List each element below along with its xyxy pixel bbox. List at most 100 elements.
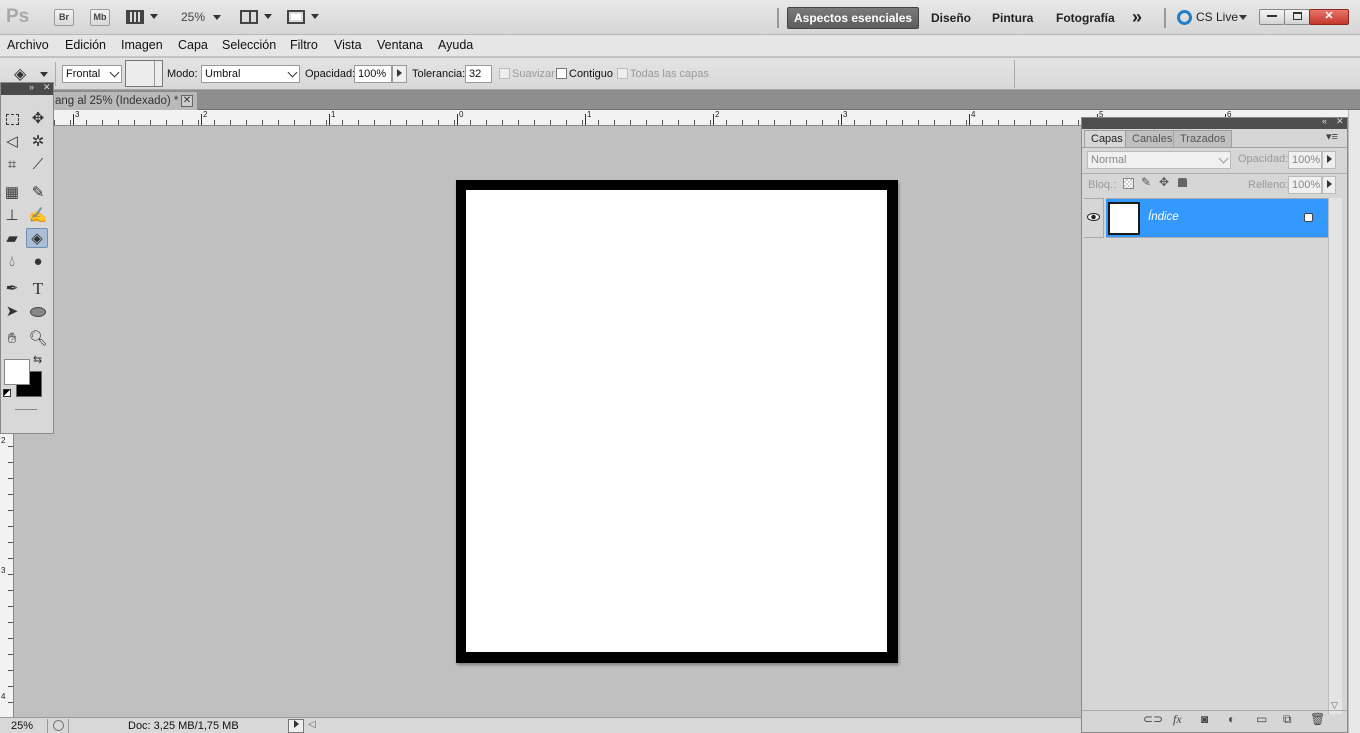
brush-tool[interactable]: ✎ [27, 183, 49, 203]
collapse-icon[interactable]: « [1322, 116, 1327, 126]
lock-all-icon[interactable] [1178, 178, 1187, 187]
close-button[interactable]: ✕ [1309, 9, 1349, 25]
clone-stamp-tool[interactable]: ⊥ [1, 206, 23, 226]
layers-panel-header[interactable]: « ✕ [1082, 116, 1347, 129]
history-brush-tool[interactable]: ✍ [27, 206, 49, 226]
view-extras-button[interactable] [126, 9, 160, 26]
panel-menu-icon[interactable]: ▾≡ [1326, 130, 1338, 143]
layer-opacity-input[interactable]: 100% [1288, 151, 1322, 169]
menu-seleccion[interactable]: Selección [222, 38, 276, 52]
status-zoom[interactable]: 25% [11, 720, 33, 732]
layer-mask-icon[interactable]: ◙ [1201, 712, 1208, 726]
restore-button[interactable] [1284, 9, 1310, 25]
path-selection-tool[interactable]: ➤ [1, 302, 23, 322]
droplet-icon: 💧︎ [8, 253, 15, 270]
status-info-icon[interactable] [53, 720, 64, 731]
menu-vista[interactable]: Vista [334, 38, 362, 52]
zoom-tool[interactable]: 🔍︎ [27, 329, 49, 349]
tools-panel-header[interactable]: » ✕ [1, 82, 53, 95]
fx-icon[interactable]: fx [1173, 712, 1182, 727]
collapse-icon[interactable]: » [29, 82, 34, 92]
layer-visibility-toggle[interactable] [1084, 198, 1104, 238]
lock-position-icon[interactable]: ✥ [1159, 175, 1169, 189]
close-icon[interactable]: ✕ [181, 95, 193, 107]
mode-select[interactable]: Umbral [201, 65, 300, 83]
layer-opacity-slider-button[interactable] [1322, 151, 1336, 169]
marquee-tool[interactable] [1, 109, 23, 129]
crop-tool[interactable]: ⌗ [1, 155, 23, 175]
dodge-tool[interactable]: ● [27, 252, 49, 272]
blur-tool[interactable]: 💧︎ [1, 252, 23, 272]
tool-preset-picker[interactable]: ◈ [12, 64, 50, 84]
screen-mode-button[interactable] [287, 9, 321, 26]
minimize-button[interactable] [1259, 9, 1285, 25]
scroll-left-icon[interactable]: ◁ [308, 719, 316, 730]
adjustment-layer-icon[interactable]: ◐ [1228, 712, 1235, 726]
tab-channels[interactable]: Canales [1125, 130, 1180, 147]
layers-scrollbar[interactable]: ▽ [1328, 198, 1342, 714]
workspace-design-button[interactable]: Diseño [925, 7, 977, 29]
tab-paths[interactable]: Trazados [1173, 130, 1233, 147]
menu-capa[interactable]: Capa [178, 38, 208, 52]
close-icon[interactable]: ✕ [43, 82, 51, 93]
workspace-painting-button[interactable]: Pintura [986, 7, 1039, 29]
lasso-tool[interactable]: ◁ [1, 132, 23, 152]
lock-pixels-icon[interactable]: ✎ [1141, 175, 1151, 189]
more-workspaces-button[interactable]: » [1126, 7, 1148, 29]
new-layer-icon[interactable]: ⧉ [1283, 712, 1292, 727]
tab-layers[interactable]: Capas [1084, 130, 1130, 147]
group-folder-icon[interactable]: ▭ [1256, 712, 1267, 726]
canvas-white-area[interactable] [466, 190, 887, 652]
type-tool[interactable]: T [27, 279, 49, 299]
fill-input[interactable]: 100% [1288, 176, 1322, 194]
ruler-label: 3 [843, 110, 848, 119]
swap-colors-icon[interactable]: ⇆ [33, 353, 42, 366]
foreground-color-swatch[interactable] [4, 359, 30, 385]
stamp-icon: ⊥ [5, 207, 19, 224]
mini-bridge-button[interactable]: Mb [90, 9, 110, 26]
arrange-documents-button[interactable] [240, 9, 274, 26]
default-colors-icon[interactable] [3, 389, 11, 397]
eraser-tool[interactable]: ▰ [1, 229, 23, 249]
zoom-level-dropdown[interactable]: 25% [181, 10, 225, 26]
workspace-photography-button[interactable]: Fotografía [1050, 7, 1121, 29]
trash-icon[interactable]: 🗑︎ [1310, 712, 1325, 726]
cs-live-button[interactable]: CS Live [1177, 9, 1249, 26]
blend-mode-select[interactable]: Normal [1087, 151, 1231, 169]
move-tool[interactable]: ✥ [27, 109, 49, 129]
document-canvas[interactable] [456, 180, 898, 663]
hand-tool[interactable]: ✋︎ [1, 329, 23, 349]
layer-row[interactable]: Índice [1106, 198, 1328, 238]
layer-name[interactable]: Índice [1148, 211, 1179, 223]
ellipse-tool[interactable] [27, 302, 49, 322]
pen-tool[interactable]: ✒ [1, 279, 23, 299]
pattern-picker[interactable] [125, 60, 163, 87]
document-tab-title: ang al 25% (Indexado) * [55, 95, 179, 107]
status-menu-button[interactable] [288, 719, 304, 733]
workspace-essentials-button[interactable]: Aspectos esenciales [787, 7, 920, 29]
menu-imagen[interactable]: Imagen [121, 38, 163, 52]
link-layers-icon[interactable]: ⊂⊃ [1143, 712, 1163, 726]
menu-ayuda[interactable]: Ayuda [438, 38, 473, 52]
opacity-slider-button[interactable] [392, 65, 407, 83]
menu-edicion[interactable]: Edición [65, 38, 106, 52]
healing-brush-tool[interactable]: ▦ [1, 183, 23, 203]
canvas-vertical-scrollbar[interactable] [1348, 110, 1360, 733]
paint-bucket-tool[interactable]: ◈ [26, 228, 48, 248]
contiguous-checkbox[interactable] [556, 68, 567, 79]
opacity-input[interactable]: 100% [354, 65, 392, 83]
document-tab[interactable]: ang al 25% (Indexado) * ✕ [52, 91, 198, 110]
menu-archivo[interactable]: Archivo [7, 38, 49, 52]
bridge-button[interactable]: Br [54, 9, 74, 26]
lock-transparency-icon[interactable] [1123, 178, 1134, 189]
fill-slider-button[interactable] [1322, 176, 1336, 194]
menu-ventana[interactable]: Ventana [377, 38, 423, 52]
antialias-checkbox[interactable] [499, 68, 510, 79]
fill-source-select[interactable]: Frontal [62, 65, 122, 83]
all-layers-checkbox[interactable] [617, 68, 628, 79]
magic-wand-tool[interactable]: ✲ [27, 132, 49, 152]
close-icon[interactable]: ✕ [1336, 116, 1344, 127]
menu-filtro[interactable]: Filtro [290, 38, 318, 52]
eyedropper-tool[interactable]: ⟋ [27, 155, 49, 175]
tolerance-input[interactable]: 32 [465, 65, 492, 83]
